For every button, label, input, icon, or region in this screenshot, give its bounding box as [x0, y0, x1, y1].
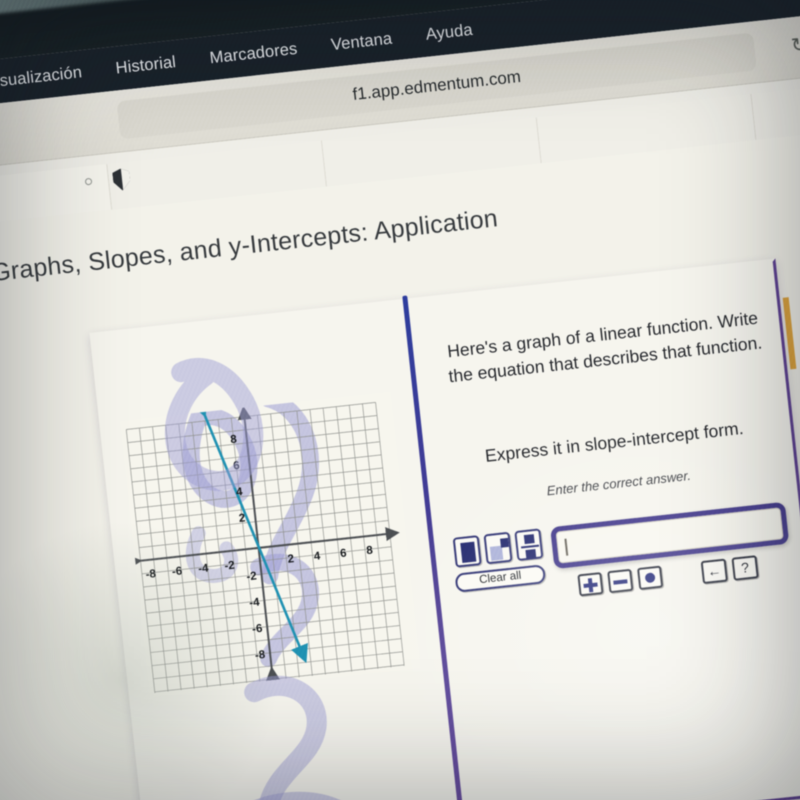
svg-text:2: 2 [287, 553, 295, 566]
menu-item-marcadores[interactable]: Marcadores [209, 39, 299, 67]
plus-button[interactable] [577, 572, 604, 597]
menu-item-ayuda[interactable]: Ayuda [425, 20, 474, 44]
svg-text:-6: -6 [252, 623, 263, 636]
dot-icon [644, 572, 656, 584]
text-caret [564, 538, 569, 556]
menu-item-visualizacion[interactable]: sualización [0, 63, 83, 91]
graph-svg: -8 -6 -4 -2 2 4 6 8 8 6 4 2 -2 -4 -6 -8 [125, 397, 405, 693]
svg-text:-2: -2 [224, 560, 235, 573]
browser-window: sualización Historial Marcadores Ventana… [0, 0, 800, 800]
format-button-group [452, 528, 544, 568]
fraction-button[interactable] [514, 528, 544, 562]
svg-text:2: 2 [238, 512, 246, 525]
clear-all-button[interactable]: Clear all [454, 564, 547, 593]
svg-text:4: 4 [235, 486, 243, 499]
plus-icon-v [588, 578, 594, 593]
box-icon [460, 541, 477, 563]
svg-text:6: 6 [233, 460, 241, 473]
minus-icon [613, 579, 628, 585]
svg-text:-8: -8 [145, 568, 157, 581]
question-hint: Enter the correct answer. [545, 467, 692, 499]
svg-text:8: 8 [366, 545, 374, 558]
svg-text:4: 4 [313, 550, 321, 563]
fraction-bar-icon [520, 544, 540, 549]
edit-button-group: ← ? [700, 555, 759, 585]
menu-item-ventana[interactable]: Ventana [330, 29, 393, 55]
question-panel: Here's a graph of a linear function. Wri… [409, 261, 800, 800]
operator-button-group [577, 565, 664, 597]
page-title: s, Graphs, Slopes, and y-Intercepts: App… [0, 204, 500, 290]
fraction-denominator-icon [525, 549, 537, 560]
reload-icon[interactable]: ↻ [786, 33, 800, 59]
fraction-numerator-icon [523, 534, 535, 545]
exponent-base-icon [489, 545, 504, 561]
laptop-screen-photo: sualización Historial Marcadores Ventana… [0, 0, 800, 800]
exponent-button[interactable] [483, 531, 513, 565]
backspace-button[interactable]: ← [700, 558, 728, 585]
graph-panel: -8 -6 -4 -2 2 4 6 8 8 6 4 2 -2 -4 -6 -8 [93, 302, 461, 800]
menu-item-historial[interactable]: Historial [115, 53, 177, 78]
activity-card: -8 -6 -4 -2 2 4 6 8 8 6 4 2 -2 -4 -6 -8 … [89, 258, 800, 800]
svg-text:6: 6 [340, 547, 348, 560]
svg-text:-4: -4 [249, 596, 261, 609]
plain-box-button[interactable] [452, 535, 482, 568]
question-prompt: Here's a graph of a linear function. Wri… [446, 307, 764, 387]
multiply-button[interactable] [637, 565, 664, 591]
help-button[interactable]: ? [731, 555, 759, 581]
svg-text:-4: -4 [198, 562, 210, 575]
svg-text:-8: -8 [254, 649, 266, 662]
svg-text:8: 8 [230, 434, 238, 447]
question-instruction: Express it in slope-intercept form. [484, 417, 745, 466]
page-content: s, Graphs, Slopes, and y-Intercepts: App… [0, 116, 800, 800]
exponent-superscript-icon [500, 537, 509, 548]
svg-text:-2: -2 [246, 570, 257, 583]
minus-button[interactable] [607, 568, 634, 594]
svg-text:-6: -6 [171, 565, 182, 578]
coordinate-plane: -8 -6 -4 -2 2 4 6 8 8 6 4 2 -2 -4 -6 -8 [120, 391, 421, 698]
